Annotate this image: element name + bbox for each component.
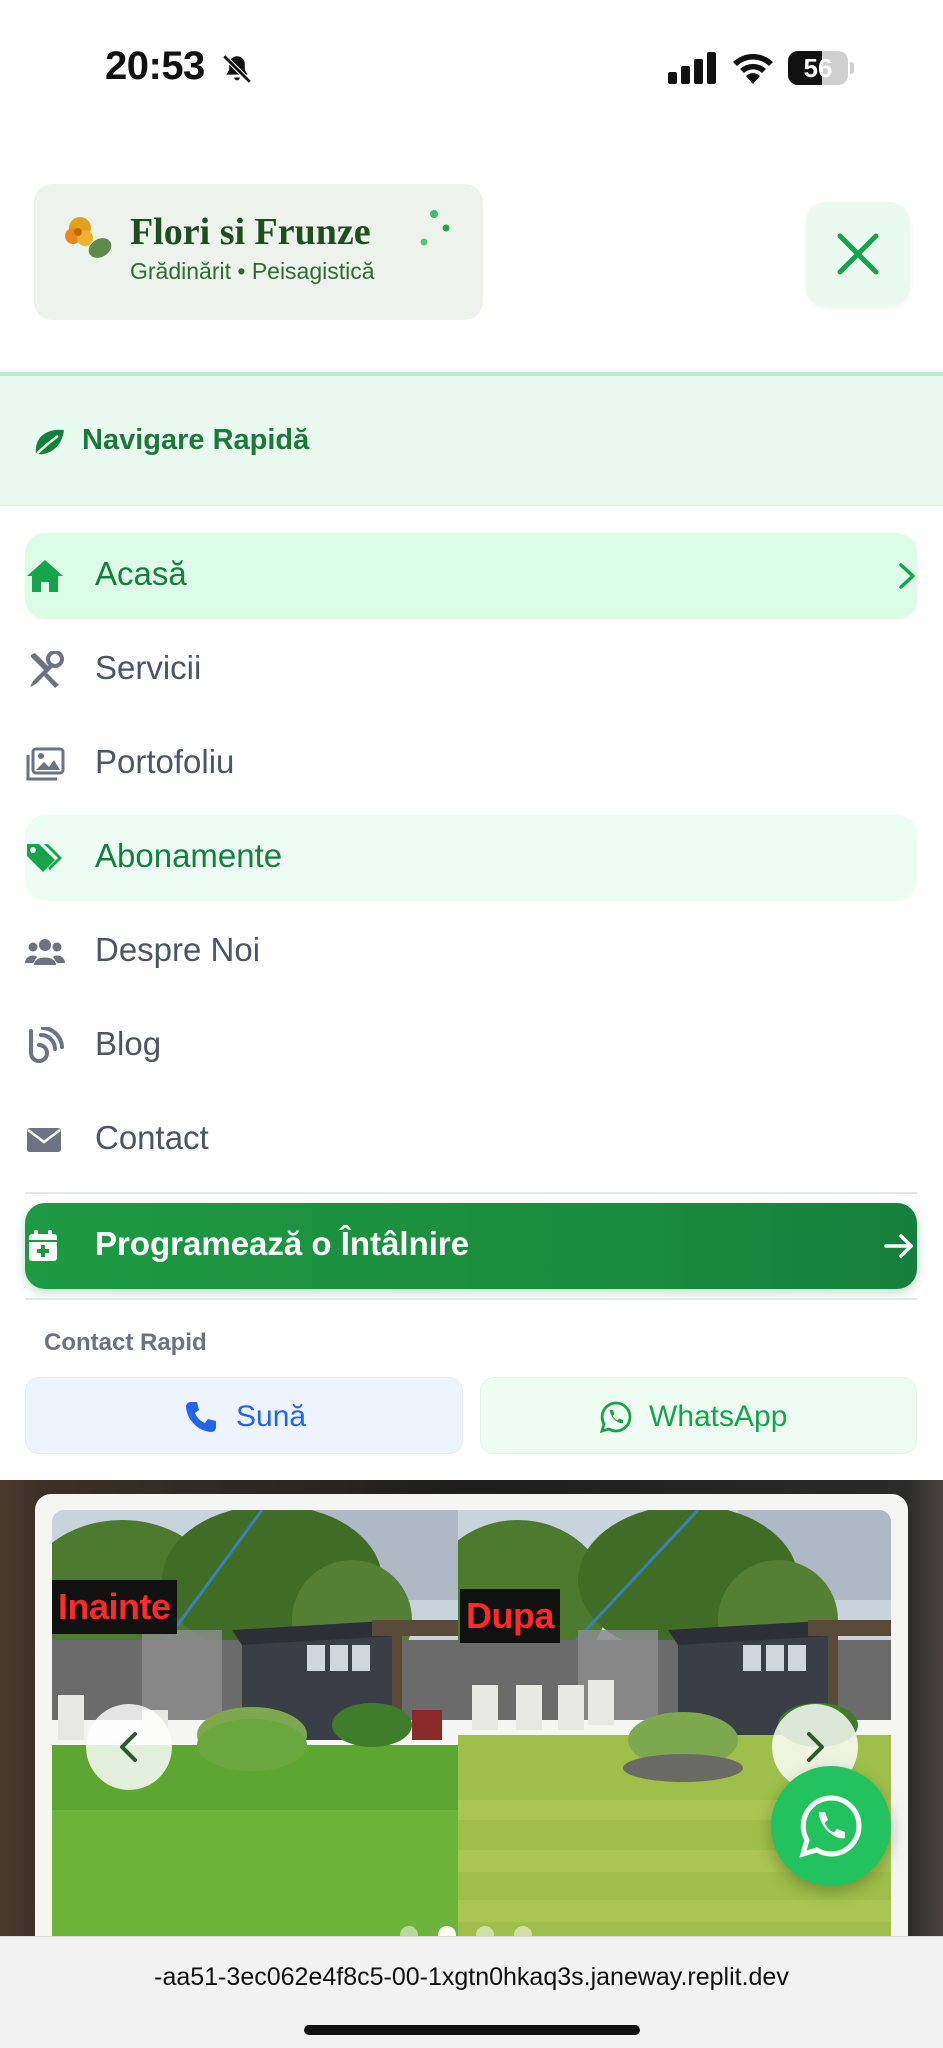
bell-muted-icon (222, 54, 252, 84)
call-button[interactable]: Sună (25, 1377, 463, 1454)
users-icon (25, 939, 65, 965)
tools-icon (30, 651, 64, 688)
book-appointment-button[interactable]: Programează o Întâlnire (25, 1203, 917, 1289)
close-icon (837, 233, 879, 275)
menu-item-contact[interactable]: Contact (25, 1097, 917, 1183)
battery-icon: 56 (788, 51, 854, 85)
whatsapp-button[interactable]: WhatsApp (480, 1377, 917, 1454)
divider (25, 1192, 917, 1194)
home-icon (27, 560, 63, 592)
quick-navigation-header: Navigare Rapidă (0, 372, 943, 506)
menu-item-blog[interactable]: Blog (25, 1003, 917, 1089)
status-time: 20:53 (105, 44, 205, 88)
envelope-icon (27, 1128, 61, 1152)
decorative-dots-icon (420, 210, 450, 246)
blog-icon (29, 1027, 64, 1063)
menu-item-servicii[interactable]: Servicii (25, 627, 917, 713)
logo-title: Flori si Frunze (130, 211, 371, 253)
quick-navigation-label: Navigare Rapidă (82, 424, 310, 456)
images-icon (26, 747, 65, 781)
menu-item-label: Contact (95, 1119, 209, 1156)
status-bar: 20:53 56 (0, 0, 943, 140)
divider (25, 1298, 917, 1300)
menu-item-abonamente[interactable]: Abonamente (25, 815, 917, 901)
chevron-left-icon (120, 1732, 137, 1762)
arrow-right-icon (884, 1234, 913, 1258)
whatsapp-icon (799, 1795, 862, 1858)
quick-contact-title: Contact Rapid (44, 1329, 207, 1356)
battery-percent: 56 (803, 53, 833, 83)
close-menu-button[interactable] (806, 202, 910, 306)
cellular-signal-icon (668, 52, 716, 84)
flower-leaf-logo-icon (65, 217, 112, 258)
whatsapp-floating-button[interactable] (771, 1766, 891, 1886)
home-indicator (304, 2025, 640, 2035)
after-label: Dupa (460, 1589, 560, 1643)
logo-subtitle: Grădinărit • Peisagistică (130, 258, 375, 284)
site-logo[interactable]: Flori si Frunze Grădinărit • Peisagistic… (34, 184, 483, 320)
browser-address-bar[interactable]: -aa51-3ec062e4f8c5-00-1xgtn0hkaq3s.janew… (0, 1936, 943, 2048)
call-label: Sună (236, 1400, 307, 1433)
before-label: Inainte (52, 1580, 177, 1634)
menu-item-acasa[interactable]: Acasă (25, 533, 917, 619)
calendar-plus-icon (29, 1230, 57, 1261)
whatsapp-label: WhatsApp (649, 1400, 788, 1433)
chevron-right-icon (899, 563, 915, 589)
menu-item-despre-noi[interactable]: Despre Noi (25, 909, 917, 995)
menu-item-label: Blog (95, 1025, 162, 1062)
chevron-right-icon (807, 1732, 824, 1762)
book-appointment-label: Programează o Întâlnire (95, 1225, 470, 1262)
phone-icon (186, 1402, 216, 1432)
whatsapp-icon (599, 1401, 632, 1434)
wifi-icon (733, 54, 773, 84)
menu-item-portofoliu[interactable]: Portofoliu (25, 721, 917, 807)
previous-slide-button[interactable] (86, 1704, 172, 1790)
menu-item-label: Despre Noi (95, 931, 261, 968)
tags-icon (27, 844, 62, 872)
leaf-icon (33, 429, 64, 458)
menu-item-label: Portofoliu (95, 743, 235, 780)
menu-item-label: Acasă (95, 555, 187, 592)
menu-item-label: Servicii (95, 649, 202, 686)
menu-item-label: Abonamente (95, 837, 283, 874)
url-text: -aa51-3ec062e4f8c5-00-1xgtn0hkaq3s.janew… (154, 1963, 789, 1991)
